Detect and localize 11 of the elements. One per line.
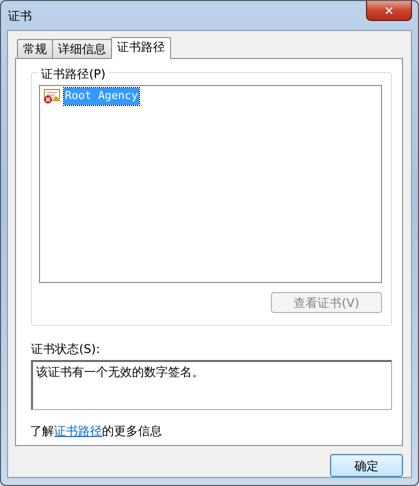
status-field[interactable]: 该证书有一个无效的数字签名。 [31,360,392,410]
info-sentence: 了解证书路径的更多信息 [30,423,163,440]
tab[interactable]: 证书路径 [111,37,171,59]
tab[interactable]: 详细信息 [52,39,112,58]
group-title: 证书路径(P) [38,65,109,83]
close-button[interactable]: ✕ [366,1,412,21]
status-label: 证书状态(S): [31,341,102,358]
ok-button[interactable]: 确定 [330,454,403,477]
window-title: 证书 [8,8,32,25]
info-link[interactable]: 证书路径 [54,424,102,438]
tab[interactable]: 常规 [17,39,53,58]
